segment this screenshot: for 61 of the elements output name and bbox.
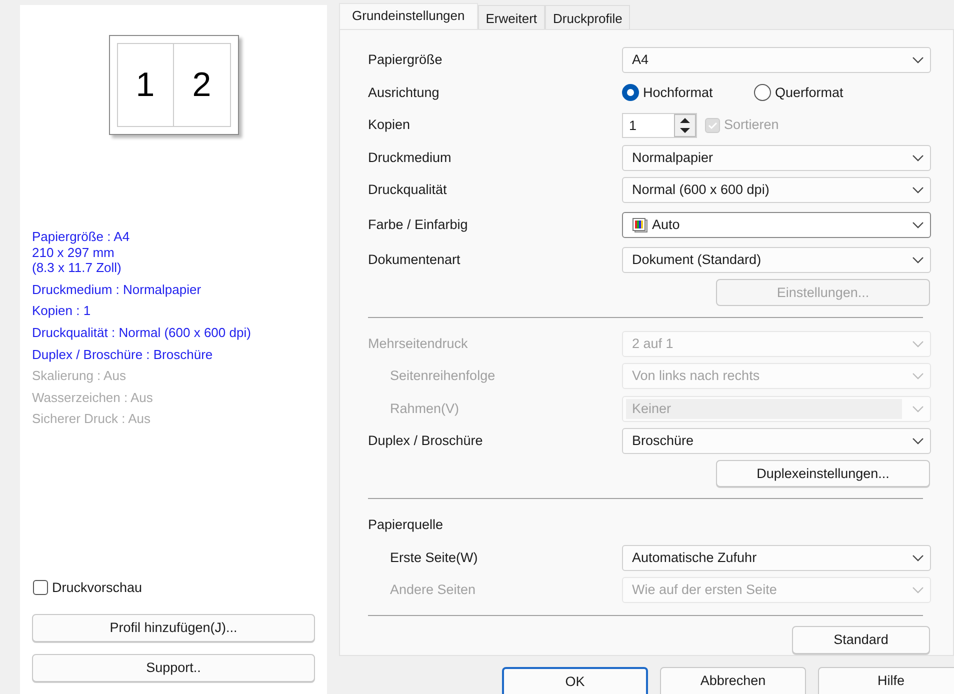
setting-label: Andere Seiten [389,581,477,600]
setting-label: Druckmedium [368,148,452,167]
color-palette-icon [632,218,648,232]
dropdown[interactable]: A4 [622,47,931,74]
support-button[interactable]: Support.. [32,654,315,682]
standard-button[interactable]: Standard [792,626,930,654]
summary-text: Papiergröße : A4 210 x 297 mm (8.3 x 11.7 Zoll) [32,229,131,276]
setting-label: Rahmen(V) [389,400,460,418]
chevron-down-icon [912,404,924,413]
ok-button[interactable]: OK [502,667,648,694]
summary-text: Sicherer Druck : Aus [32,411,152,427]
summary-text: Wasserzeichen : Aus [32,390,154,406]
chevron-down-icon [912,372,924,380]
chevron-down-icon [912,186,924,194]
chevron-down-icon [912,56,924,64]
summary-text: Kopien : 1 [32,303,92,319]
section-heading: Papierquelle [368,516,444,534]
setting-label: Papiergröße [368,51,444,70]
setting-label: Kopien [368,116,412,134]
chevron-down-icon [912,256,924,264]
radio-button[interactable] [622,84,639,102]
setting-label: Farbe / Einfarbig [368,216,469,234]
chevron-down-icon [912,340,924,348]
setting-label: Ausrichtung [368,84,440,102]
chevron-down-icon [912,554,924,562]
chevron-down-icon [912,221,924,229]
checkbox-label[interactable]: Druckvorschau [52,578,142,598]
page-number: 2 [174,43,230,127]
checkbox[interactable] [33,580,48,596]
setting-label: Druckqualität [368,181,448,200]
radio-label[interactable]: Hochformat [643,82,713,103]
radio-label[interactable]: Querformat [775,82,844,103]
dialog-button[interactable]: Hilfe [818,667,954,694]
dropdown[interactable]: Normal (600 x 600 dpi) [622,177,931,204]
setting-label: Mehrseitendruck [368,334,469,353]
tab[interactable]: Grundeinstellungen [339,3,478,29]
number-spinner[interactable]: 1 [622,112,697,138]
dialog-button[interactable]: Abbrechen [660,667,806,694]
dropdown[interactable]: Dokument (Standard) [622,246,931,273]
summary-text: Druckmedium : Normalpapier [32,282,202,298]
settings-button[interactable]: Duplexeinstellungen... [716,460,930,488]
setting-label: Seitenreihenfolge [389,367,496,386]
chevron-down-icon [912,437,924,446]
summary-text: Duplex / Broschüre : Broschüre [32,346,214,362]
dropdown[interactable]: Auto [622,212,931,238]
setting-label: Duplex / Broschüre [368,432,484,450]
spin-arrows-icon[interactable] [674,114,696,137]
tab[interactable]: Druckprofile [545,5,630,29]
chevron-down-icon [912,154,924,162]
profile-button[interactable]: Profil hinzufügen(J)... [32,614,315,642]
dropdown[interactable]: Automatische Zufuhr [622,544,931,571]
dropdown[interactable]: Normalpapier [622,144,931,171]
radio-button[interactable] [754,84,771,102]
page-number: 1 [116,43,174,127]
summary-text: Druckqualität : Normal (600 x 600 dpi) [32,324,252,341]
summary-text: Skalierung : Aus [32,368,127,384]
setting-label: Erste Seite(W) [389,548,479,567]
tab[interactable]: Erweitert [478,5,546,29]
setting-label: Dokumentenart [368,250,462,269]
chevron-down-icon [912,586,924,594]
dropdown[interactable]: Broschüre [622,428,931,454]
